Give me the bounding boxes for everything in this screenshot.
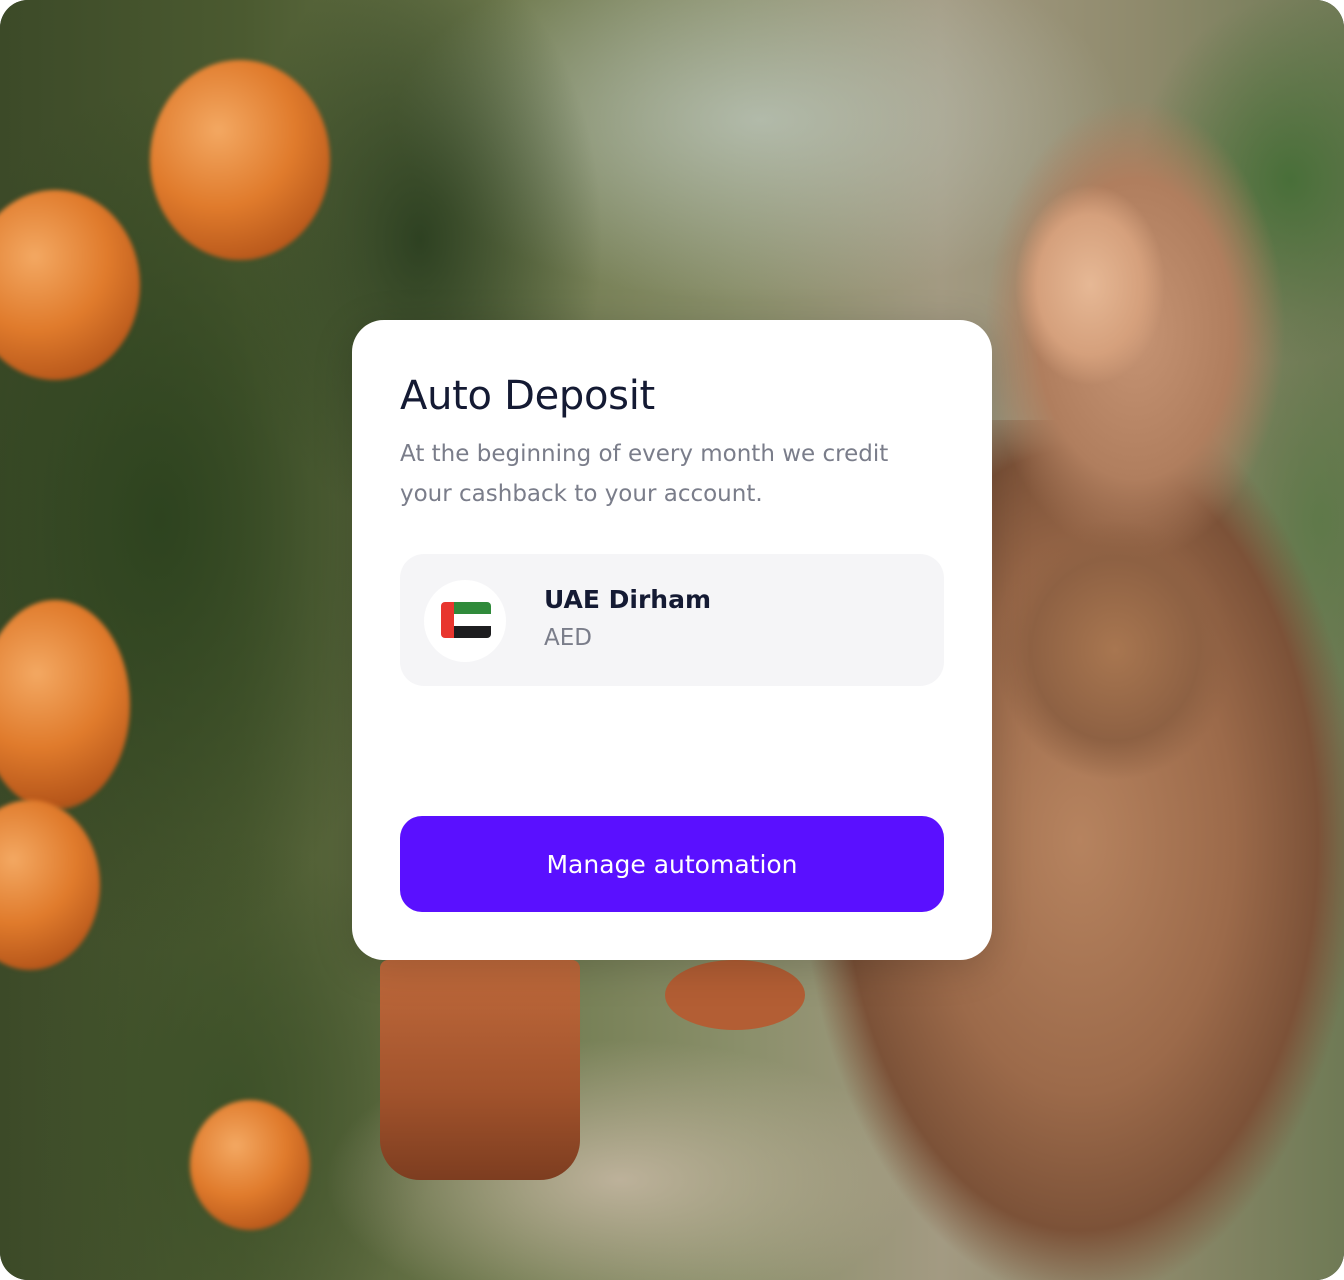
flag-badge [424, 580, 506, 662]
card-description: At the beginning of every month we credi… [400, 441, 889, 507]
currency-selector[interactable]: UAE Dirham AED [400, 554, 944, 686]
uae-flag-icon [441, 602, 491, 638]
promo-stage: Auto Deposit At the beginning of every m… [0, 0, 1344, 1280]
person-face [1015, 185, 1165, 385]
card-title: Auto Deposit [400, 373, 655, 419]
orange-fruit [190, 1100, 310, 1230]
currency-code: AED [544, 625, 592, 651]
manage-automation-button[interactable]: Manage automation [400, 816, 944, 912]
person-bodice [990, 520, 1240, 780]
currency-name: UAE Dirham [544, 585, 712, 614]
auto-deposit-card: Auto Deposit At the beginning of every m… [352, 320, 992, 960]
orange-fruit [150, 60, 330, 260]
terracotta-pot [380, 960, 580, 1180]
